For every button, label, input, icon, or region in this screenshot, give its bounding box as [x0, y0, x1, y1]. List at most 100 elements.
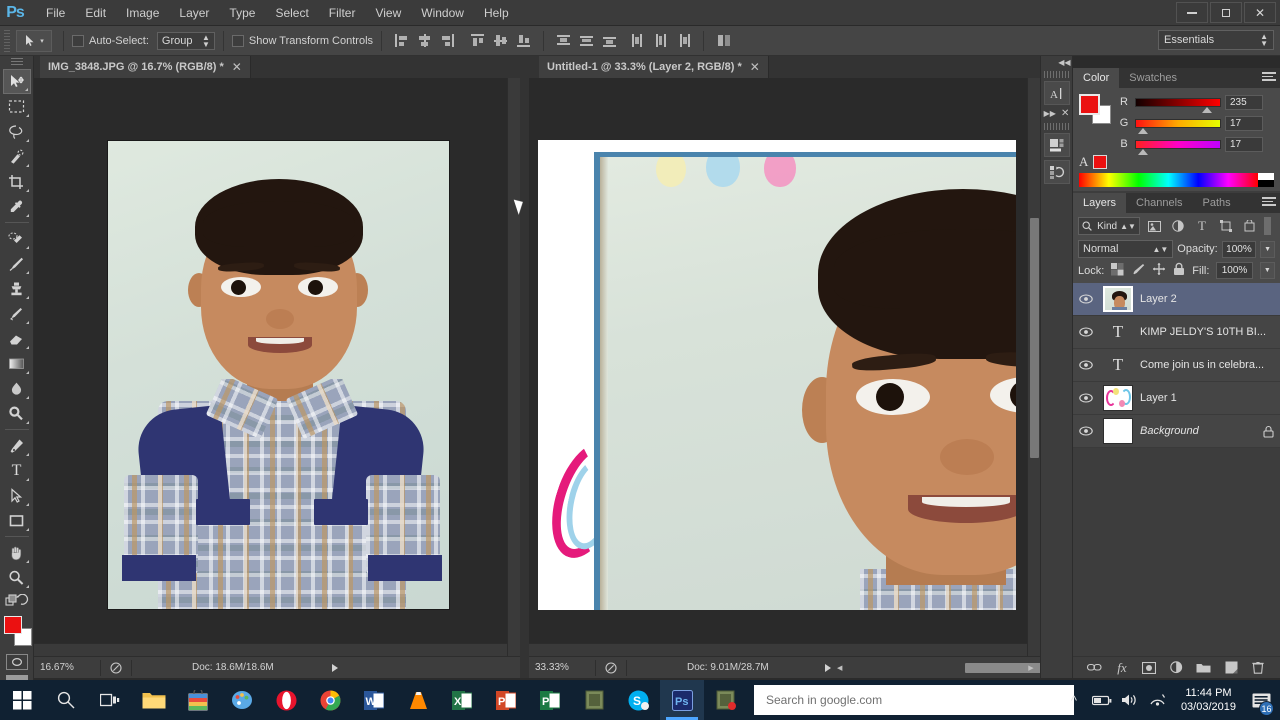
move-tool[interactable] [2, 69, 31, 94]
tools-panel-grip[interactable] [10, 58, 23, 66]
fill-slider-caret-icon[interactable]: ▼ [1259, 262, 1275, 279]
smart-object-filter-icon[interactable] [1240, 217, 1260, 235]
table-row[interactable]: Layer 2 [1073, 283, 1280, 316]
layer-name[interactable]: Come join us in celebra... [1137, 359, 1280, 371]
distribute-vertical-centers-icon[interactable] [577, 31, 596, 50]
crop-tool[interactable] [3, 169, 31, 194]
table-row[interactable]: T Come join us in celebra... [1073, 349, 1280, 382]
channel-value-r[interactable]: 235 [1225, 94, 1263, 110]
status-expand-arrow-icon[interactable] [331, 663, 338, 672]
scroll-left-arrow-icon[interactable]: ◀ [835, 663, 845, 673]
layer-filter-kind-dropdown[interactable]: Kind ▲▼ [1078, 217, 1140, 235]
distribute-right-edges-icon[interactable] [674, 31, 693, 50]
canvas-untitled1[interactable] [529, 78, 1040, 656]
dock-grip[interactable] [1043, 71, 1070, 78]
layer-visibility-toggle[interactable] [1073, 327, 1099, 337]
canvas-horizontal-scrollbar[interactable] [34, 643, 507, 656]
status-expand-arrow-icon[interactable] [824, 663, 831, 672]
notes-app-icon[interactable] [572, 680, 616, 720]
close-icon[interactable]: ✕ [750, 60, 760, 74]
canvas-img3848[interactable] [34, 78, 520, 656]
layer-name[interactable]: Layer 1 [1137, 392, 1280, 404]
close-icon[interactable]: ✕ [232, 60, 242, 74]
tab-layers[interactable]: Layers [1073, 193, 1127, 213]
quick-mask-toggle[interactable] [5, 654, 28, 670]
battery-icon[interactable] [1089, 680, 1115, 720]
channel-value-b[interactable]: 17 [1225, 136, 1263, 152]
close-icon[interactable]: ✕ [1061, 108, 1069, 119]
delete-layer-icon[interactable] [1250, 660, 1266, 676]
new-adjustment-layer-icon[interactable] [1168, 660, 1184, 676]
clock[interactable]: 11:44 PM 03/03/2019 [1173, 686, 1244, 714]
adobe-photoshop-icon[interactable]: Ps [660, 680, 704, 720]
web-safe-swatch[interactable] [1093, 155, 1108, 169]
align-left-edges-icon[interactable] [392, 31, 411, 50]
layer-thumbnail[interactable] [1099, 385, 1137, 411]
menu-window[interactable]: Window [411, 2, 474, 24]
character-panel-icon[interactable]: A [1043, 81, 1070, 105]
restore-button[interactable] [1210, 2, 1242, 23]
expand-panels-icon[interactable]: ▶▶ [1044, 109, 1056, 118]
layer-name[interactable]: KIMP JELDY'S 10TH BI... [1137, 326, 1280, 338]
lasso-tool[interactable] [3, 119, 31, 144]
table-row[interactable]: Layer 1 [1073, 382, 1280, 415]
workspace-selector[interactable]: Essentials ▲ ▼ [1158, 30, 1274, 50]
clone-stamp-tool[interactable] [3, 276, 31, 301]
menu-layer[interactable]: Layer [169, 2, 219, 24]
history-panel-icon[interactable] [1043, 160, 1070, 184]
microsoft-excel-icon[interactable]: X [440, 680, 484, 720]
menu-view[interactable]: View [365, 2, 411, 24]
align-bottom-edges-icon[interactable] [514, 31, 533, 50]
blur-tool[interactable] [3, 376, 31, 401]
new-group-icon[interactable] [1196, 660, 1212, 676]
layer-thumbnail-type[interactable]: T [1099, 322, 1137, 342]
zoom-tool[interactable] [3, 565, 31, 590]
menu-file[interactable]: File [36, 2, 75, 24]
layer-thumbnail[interactable] [1099, 418, 1137, 444]
tab-swatches[interactable]: Swatches [1119, 68, 1187, 88]
start-button[interactable] [0, 680, 44, 720]
quick-selection-tool[interactable] [3, 144, 31, 169]
table-row[interactable]: T KIMP JELDY'S 10TH BI... [1073, 316, 1280, 349]
hand-tool[interactable] [3, 540, 31, 565]
zoom-level[interactable]: 16.67% [34, 662, 100, 673]
eyedropper-tool[interactable] [3, 194, 31, 219]
align-right-edges-icon[interactable] [438, 31, 457, 50]
lock-transparent-pixels-icon[interactable] [1111, 262, 1124, 279]
gradient-tool[interactable] [3, 351, 31, 376]
distribute-bottom-edges-icon[interactable] [600, 31, 619, 50]
layer-name[interactable]: Layer 2 [1137, 293, 1280, 305]
lock-all-icon[interactable] [1173, 262, 1185, 279]
blend-mode-dropdown[interactable]: Normal ▲▼ [1078, 240, 1174, 258]
document-splitter[interactable] [520, 56, 529, 678]
edit-toolbar-button[interactable] [3, 590, 31, 612]
tab-channels[interactable]: Channels [1126, 193, 1192, 213]
horizontal-type-tool[interactable]: T [3, 458, 31, 483]
menu-filter[interactable]: Filter [319, 2, 366, 24]
layer-visibility-toggle[interactable] [1073, 426, 1099, 436]
layer-thumbnail[interactable] [1099, 286, 1137, 312]
show-transform-controls-checkbox[interactable] [231, 34, 244, 47]
tab-color[interactable]: Color [1073, 68, 1120, 88]
minimize-button[interactable] [1176, 2, 1208, 23]
layer-visibility-toggle[interactable] [1073, 360, 1099, 370]
photo-app-icon[interactable] [704, 680, 748, 720]
microsoft-word-icon[interactable]: W [352, 680, 396, 720]
canvas-horizontal-scrollbar[interactable] [529, 643, 1027, 656]
menu-edit[interactable]: Edit [75, 2, 116, 24]
document-tab-untitled1[interactable]: Untitled-1 @ 33.3% (Layer 2, RGB/8) * ✕ [539, 56, 769, 78]
rectangle-tool[interactable] [3, 508, 31, 533]
opacity-value[interactable]: 100% [1221, 240, 1257, 258]
notifications-button[interactable]: 16 [1246, 680, 1276, 720]
vertical-scroll-thumb[interactable] [1030, 218, 1039, 458]
file-explorer-icon[interactable] [132, 680, 176, 720]
color-spectrum-ramp[interactable] [1079, 173, 1274, 187]
document-tab-img3848[interactable]: IMG_3848.JPG @ 16.7% (RGB/8) * ✕ [40, 56, 251, 78]
layer-filter-toggle[interactable] [1264, 217, 1271, 235]
slider-b[interactable] [1135, 139, 1221, 155]
layer-thumbnail-type[interactable]: T [1099, 355, 1137, 375]
shape-filter-icon[interactable] [1216, 217, 1236, 235]
layer-name[interactable]: Background [1137, 425, 1256, 437]
align-top-edges-icon[interactable] [468, 31, 487, 50]
distribute-left-edges-icon[interactable] [628, 31, 647, 50]
